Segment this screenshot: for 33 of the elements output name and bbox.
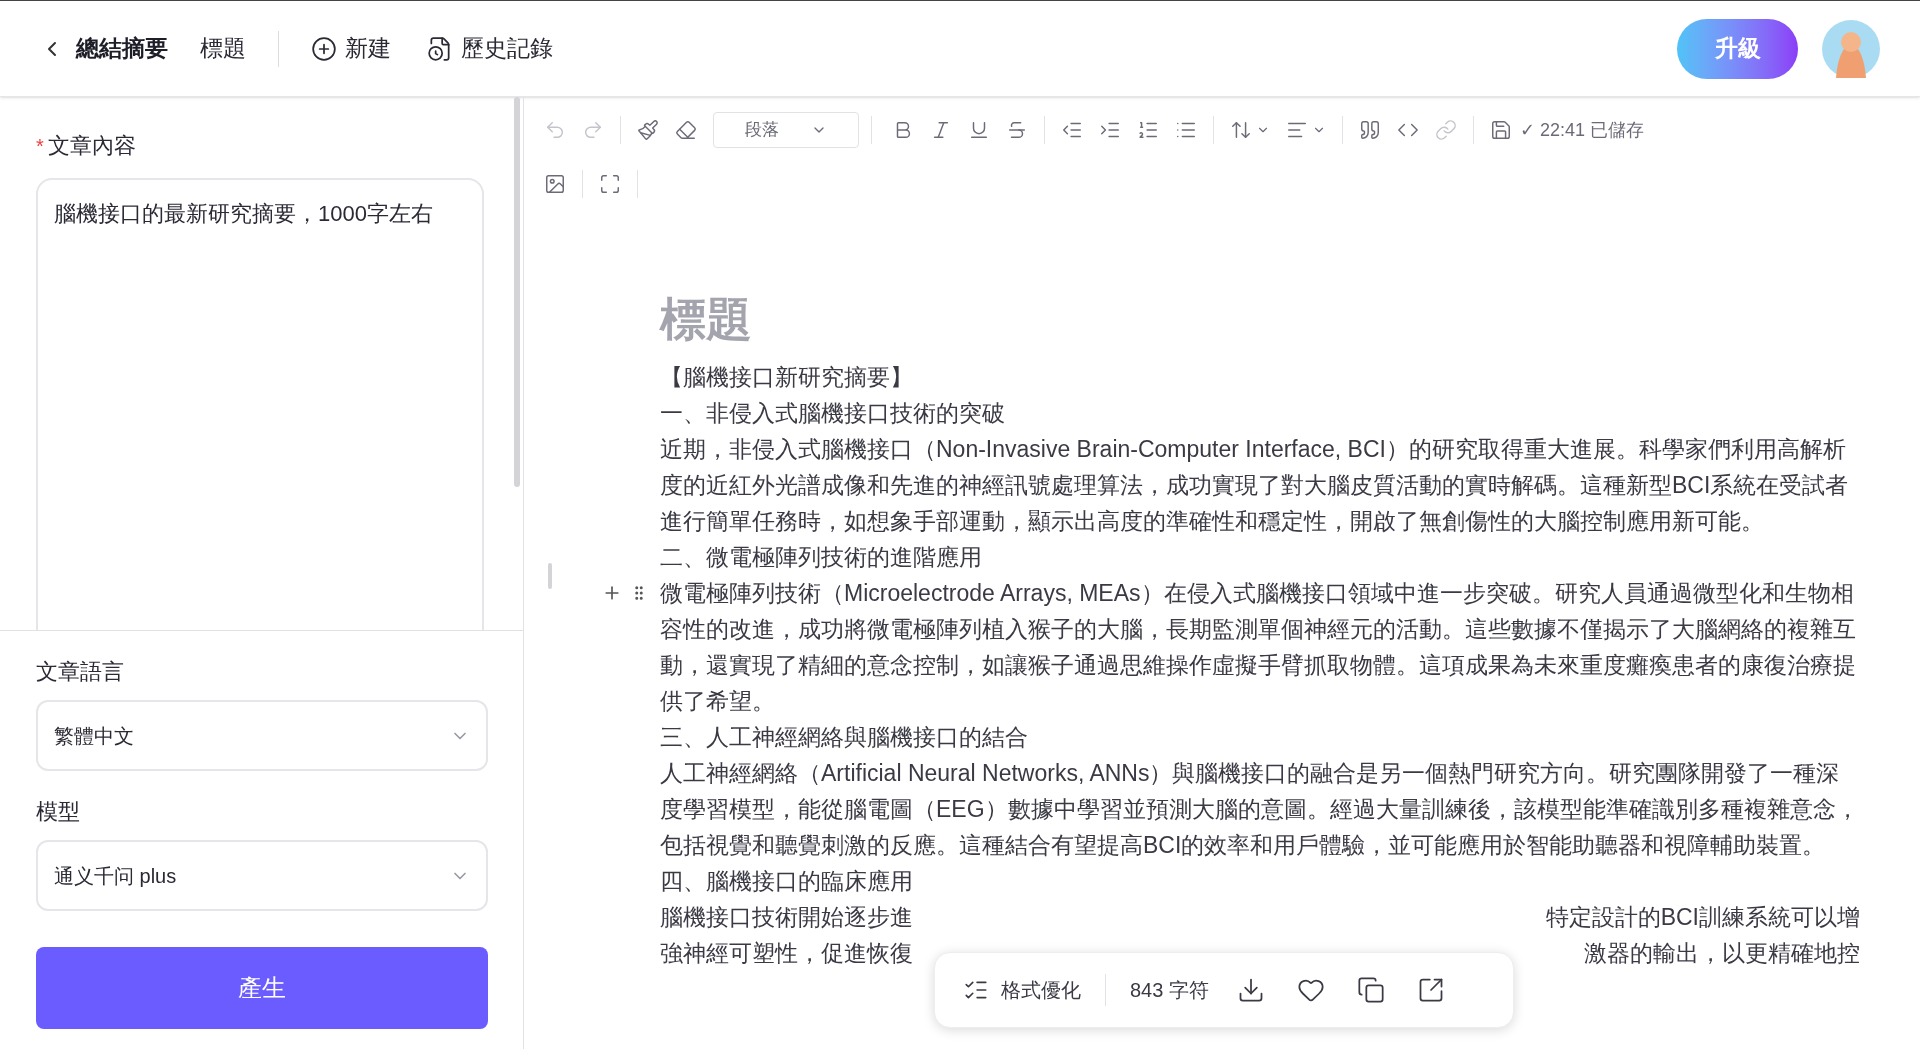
- document-paragraph: 四、腦機接口的臨床應用: [660, 867, 914, 896]
- character-count: 843 字符: [1130, 978, 1209, 1003]
- content-field[interactable]: 腦機接口的最新研究摘要，1000字左右: [36, 178, 484, 630]
- field-label: 文章語言: [36, 658, 125, 686]
- document-paragraph: 人工神經網絡（Artificial Neural Networks, ANNs）與腦機接口的融合是另一個熱門研究方向。研究團隊開發了一種深度學習模型，能從腦電圖（EEG）數據中學習並預測大腦的意圖。經過大量訓練後，該模型能準確識別多種複雜意念，包括視覺和聽覺刺激的反應。這種結合有望提高BCI的效率和用戶體驗，並可能應用於智能助聽器和視障輔助裝置。: [660, 759, 1860, 860]
- document-name: 標題: [200, 34, 246, 64]
- header-action[interactable]: 歷史記錄: [427, 31, 553, 66]
- header-action[interactable]: 新建: [311, 31, 391, 66]
- document-paragraph: 特定設計的BCI訓練系統可以增: [1545, 903, 1860, 932]
- document-paragraph: 激器的輸出，以更精確地控: [1584, 939, 1860, 968]
- document-paragraph: 二、微電極陣列技術的進階應用: [660, 543, 983, 572]
- history-icon: [427, 35, 453, 62]
- document-paragraph: 腦機接口技術開始逐步進: [660, 903, 913, 932]
- resize-handle[interactable]: [548, 563, 552, 589]
- document-paragraph: 近期，非侵入式腦機接口（Non-Invasive Brain-Computer Interface, BCI）的研究取得重大進展。科學家們利用高解析度的近紅外光譜成像和先進的神經訊號處理算法，成功實現了對大腦皮質活動的實時解碼。這種新型BCI系統在受試者進行簡單任務時，如想象手部運動，顯示出高度的準確性和穩定性，開啟了無創傷性的大腦控制應用新可能。: [660, 435, 1850, 536]
- format-button[interactable]: 格式優化: [963, 975, 1081, 1005]
- document-paragraph: 微電極陣列技術（Microelectrode Arrays, MEAs）在侵入式腦機接口領域中進一步突破。研究人員通過微型化和生物相容性的改進，成功將微電極陣列植入猴子的大腦，長期監測單個神經元的活動。這些數據不僅揭示了大腦網絡的複雜互動，還實現了精細的意念控制，如讓猴子通過思維操作虛擬手臂抓取物體。這項成果為未來重度癱瘓患者的康復治療提供了希望。: [660, 579, 1857, 716]
- save-status: ✓ 22:41 已儲存: [1520, 118, 1645, 142]
- document-paragraph: 三、人工神經網絡與腦機接口的結合: [660, 723, 1029, 752]
- generate-button[interactable]: 產生: [36, 947, 488, 1029]
- section-title: 總結摘要: [76, 34, 168, 64]
- field-label: 文章內容: [47, 132, 136, 160]
- required-mark: *: [36, 133, 44, 159]
- select-field[interactable]: 通义千问 plus: [36, 840, 488, 911]
- copy-icon[interactable]: [1356, 976, 1385, 1004]
- select-field[interactable]: 繁體中文: [36, 700, 488, 771]
- document-paragraph: 【腦機接口新研究摘要】: [660, 363, 914, 392]
- document-paragraph: 強神經可塑性，促進恢復: [660, 939, 913, 968]
- block-style-select[interactable]: 段落: [713, 112, 859, 148]
- plus-circle-icon: [311, 35, 337, 62]
- scrollbar[interactable]: [514, 97, 520, 487]
- field-label: 模型: [36, 798, 81, 826]
- document-paragraph: 一、非侵入式腦機接口技術的突破: [660, 399, 1006, 428]
